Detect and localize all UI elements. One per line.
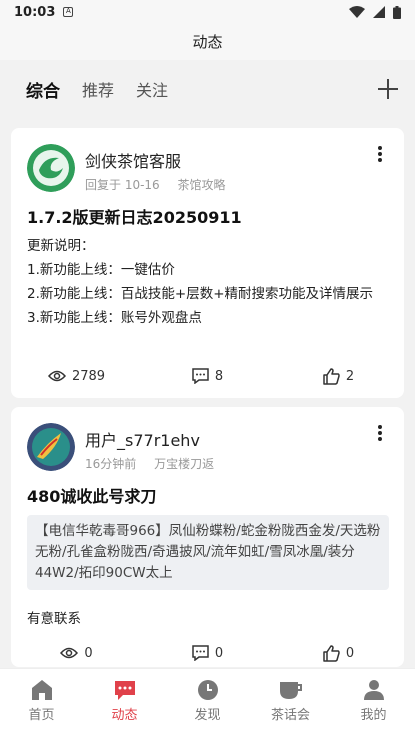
status-time: 10:03	[14, 4, 56, 20]
avatar[interactable]	[27, 423, 75, 471]
status-icons	[349, 5, 401, 19]
cup-icon	[279, 682, 302, 699]
author-name[interactable]: 剑侠茶馆客服	[85, 148, 181, 172]
post-title[interactable]: 1.7.2版更新日志20250911	[27, 204, 242, 228]
post-meta: 16分钟前 万宝楼刀返	[85, 455, 214, 472]
views-stat: 2789	[11, 364, 142, 388]
more-icon[interactable]	[370, 423, 390, 443]
likes-count: 2	[345, 368, 355, 384]
thumbs-up-icon	[323, 367, 340, 385]
avatar[interactable]	[27, 144, 75, 192]
nav-discover-label: 发现	[194, 708, 221, 723]
page-title: 动态	[0, 24, 415, 60]
chat-icon	[114, 681, 135, 700]
likes-stat[interactable]: 0	[273, 641, 404, 665]
likes-count: 0	[345, 645, 355, 661]
tab-recommend[interactable]: 推荐	[82, 77, 114, 101]
comments-stat[interactable]: 0	[142, 641, 273, 665]
signal-icon	[373, 6, 385, 18]
nav-tea-party-label: 茶话会	[270, 708, 310, 723]
post-card[interactable]: 剑侠茶馆客服 回复于 10-16 茶馆攻略 1.7.2版更新日志20250911…	[11, 128, 404, 398]
post-line: 2.新功能上线：百战技能+层数+精耐搜索功能及详情展示	[27, 286, 374, 302]
nav-discover[interactable]: 发现	[166, 669, 249, 737]
user-icon	[363, 680, 384, 700]
clock-icon	[197, 680, 218, 700]
nav-feed[interactable]: 动态	[83, 669, 166, 737]
sim-card-icon: A	[63, 7, 74, 17]
nav-tea-party[interactable]: 茶话会	[249, 669, 332, 737]
post-title[interactable]: 480诚收此号求刀	[27, 483, 156, 507]
tab-all[interactable]: 综合	[26, 77, 60, 102]
comment-icon	[192, 645, 209, 661]
likes-stat[interactable]: 2	[273, 364, 404, 388]
views-count: 2789	[71, 368, 106, 384]
post-category[interactable]: 茶馆攻略	[178, 178, 226, 192]
nav-profile-label: 我的	[360, 708, 387, 723]
comment-icon	[192, 368, 209, 384]
post-time: 16分钟前	[85, 457, 137, 471]
post-time: 回复于 10-16	[85, 178, 160, 192]
post-category[interactable]: 万宝楼刀返	[154, 457, 214, 471]
eye-icon	[47, 370, 66, 382]
add-icon[interactable]	[375, 76, 401, 102]
status-bar: 10:03 A	[0, 0, 415, 24]
views-stat: 0	[11, 641, 142, 665]
tab-follow[interactable]: 关注	[136, 77, 168, 101]
nav-home-label: 首页	[28, 708, 55, 723]
author-name[interactable]: 用户_s77r1ehv	[85, 427, 200, 451]
nav-home[interactable]: 首页	[0, 669, 83, 737]
nav-feed-label: 动态	[111, 708, 138, 723]
post-quote: 【电信华乾毒哥966】凤仙粉蝶粉/蛇金粉陇西金发/天选粉无粉/孔雀盒粉陇西/奇遇…	[27, 515, 389, 590]
post-line: 更新说明：	[27, 238, 95, 254]
post-body: 有意联系	[27, 611, 81, 627]
eye-icon	[60, 647, 79, 659]
nav-profile[interactable]: 我的	[332, 669, 415, 737]
comments-count: 8	[214, 368, 224, 384]
post-body: 更新说明： 1.新功能上线：一键估价 2.新功能上线：百战技能+层数+精耐搜索功…	[27, 234, 387, 330]
views-count: 0	[84, 645, 93, 661]
post-line: 1.新功能上线：一键估价	[27, 262, 175, 278]
post-stats: 2789 8 2	[11, 364, 404, 388]
comments-count: 0	[214, 645, 224, 661]
wifi-icon	[349, 6, 365, 18]
post-stats: 0 0 0	[11, 641, 404, 665]
feed-tabs: 综合 推荐 关注	[0, 60, 415, 118]
battery-icon	[393, 5, 401, 19]
comments-stat[interactable]: 8	[142, 364, 273, 388]
bottom-nav: 首页 动态 发现 茶话会 我的	[0, 668, 415, 737]
post-card[interactable]: 用户_s77r1ehv 16分钟前 万宝楼刀返 480诚收此号求刀 【电信华乾毒…	[11, 407, 404, 667]
post-meta: 回复于 10-16 茶馆攻略	[85, 176, 226, 193]
post-line: 3.新功能上线：账号外观盘点	[27, 310, 202, 326]
thumbs-up-icon	[323, 644, 340, 662]
more-icon[interactable]	[370, 144, 390, 164]
home-icon	[31, 680, 52, 700]
